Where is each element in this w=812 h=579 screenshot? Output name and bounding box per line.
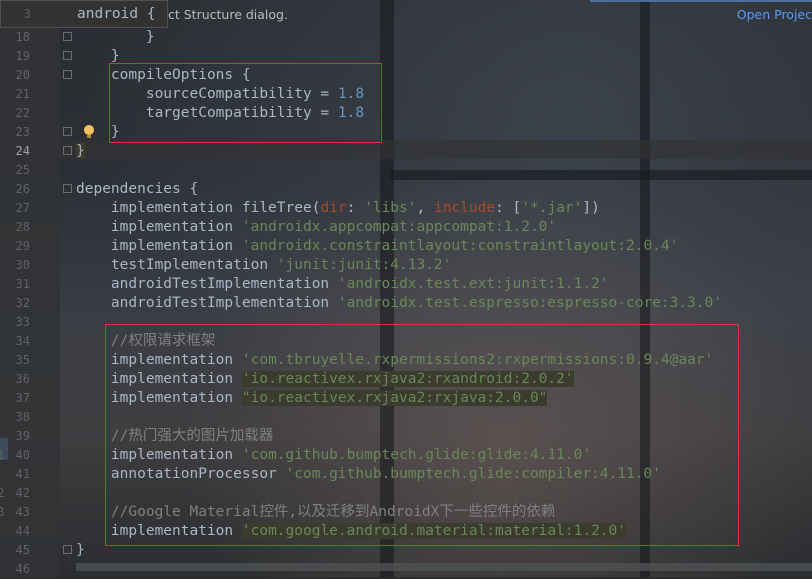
line-number: 42 <box>15 486 30 500</box>
annotation-box-compile-options <box>109 63 382 143</box>
clipped-line-number: 43 <box>0 505 5 519</box>
line-number: 18 <box>15 30 30 44</box>
line-number: 38 <box>15 410 30 424</box>
line-number: 26 <box>15 182 30 196</box>
line-number: 23 <box>15 125 30 139</box>
line-number: 22 <box>15 106 30 120</box>
fold-end-icon[interactable] <box>63 51 72 60</box>
wallpaper-shape <box>390 170 812 180</box>
line-number: 35 <box>15 353 30 367</box>
code-line-28[interactable]: implementation 'androidx.appcompat:appco… <box>76 218 556 237</box>
line-number: 19 <box>15 49 30 63</box>
code-line-30[interactable]: testImplementation 'junit:junit:4.13.2' <box>76 256 452 275</box>
code-line-18[interactable]: } <box>76 28 155 47</box>
line-number: 46 <box>15 562 30 576</box>
open-project-structure-link[interactable]: Open Projec <box>737 7 812 22</box>
clipped-line-number: 42 <box>0 486 5 500</box>
sticky-line-number: 3 <box>23 7 31 21</box>
line-number: 25 <box>15 163 30 177</box>
fold-start-icon[interactable] <box>63 184 72 193</box>
clipped-line-number: 11 <box>0 448 5 462</box>
line-number: 32 <box>15 296 30 310</box>
line-number: 29 <box>15 239 30 253</box>
code-line-29[interactable]: implementation 'androidx.constraintlayou… <box>76 237 678 256</box>
line-number: 20 <box>15 68 30 82</box>
fold-end-icon[interactable] <box>63 545 72 554</box>
line-number: 44 <box>15 524 30 538</box>
horizontal-scrollbar[interactable] <box>76 563 812 571</box>
line-number: 33 <box>15 315 30 329</box>
line-number: 39 <box>15 429 30 443</box>
fold-end-icon[interactable] <box>63 127 72 136</box>
line-number: 34 <box>15 334 30 348</box>
line-number: 40 <box>15 448 30 462</box>
code-line-24[interactable]: } <box>76 142 85 161</box>
line-number: 36 <box>15 372 30 386</box>
line-number: 27 <box>15 201 30 215</box>
line-number: 31 <box>15 277 30 291</box>
code-line-26[interactable]: dependencies { <box>76 180 198 199</box>
line-number: 37 <box>15 391 30 405</box>
line-number: 21 <box>15 87 30 101</box>
tab-indicator <box>590 0 812 2</box>
line-number: 41 <box>15 467 30 481</box>
code-line-27[interactable]: implementation fileTree(dir: 'libs', inc… <box>76 199 600 218</box>
notification-banner-text: ct Structure dialog. <box>168 7 288 22</box>
fold-end-icon[interactable] <box>63 146 72 155</box>
line-number: 45 <box>15 543 30 557</box>
line-number: 28 <box>15 220 30 234</box>
line-number: 30 <box>15 258 30 272</box>
line-number: 43 <box>15 505 30 519</box>
code-line-32[interactable]: androidTestImplementation 'androidx.test… <box>76 294 722 313</box>
fold-end-icon[interactable] <box>63 32 72 41</box>
fold-start-icon[interactable] <box>63 70 72 79</box>
line-number: 24 <box>15 144 30 158</box>
sticky-code: android { <box>77 6 156 22</box>
sticky-scope-header[interactable]: 3 android { <box>0 0 168 28</box>
code-line-45[interactable]: } <box>76 541 85 560</box>
annotation-box-dependencies <box>105 324 739 546</box>
code-line-31[interactable]: androidTestImplementation 'androidx.test… <box>76 275 609 294</box>
